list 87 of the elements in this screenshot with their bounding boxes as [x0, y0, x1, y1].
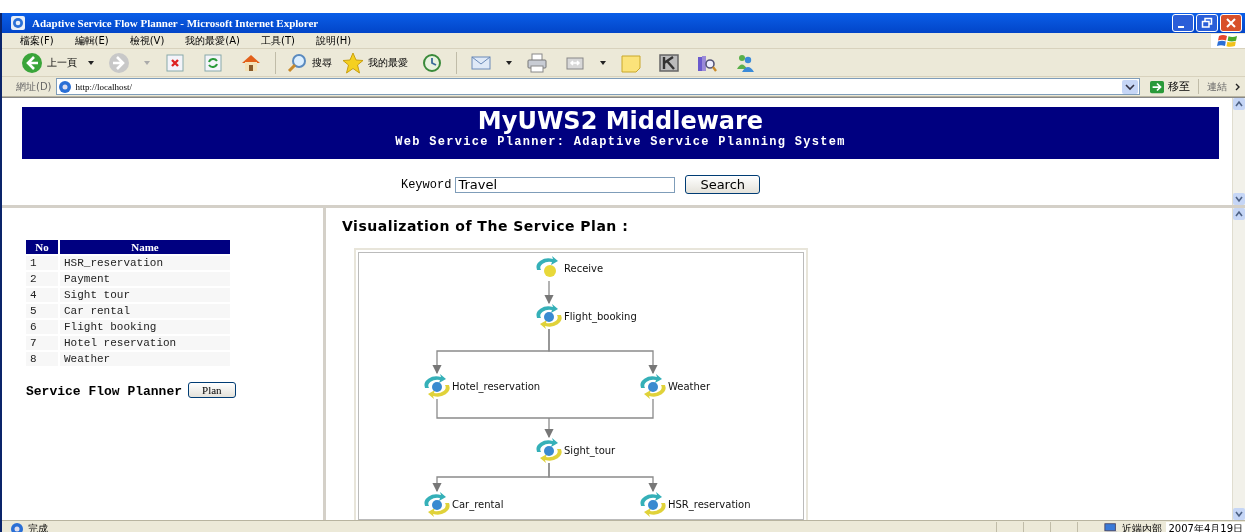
column-header: Name	[60, 240, 230, 254]
printer-icon[interactable]	[526, 51, 548, 74]
scrollbar[interactable]	[1232, 208, 1245, 520]
caret-icon[interactable]	[600, 60, 606, 65]
table-cell: Flight booking	[60, 320, 230, 334]
service-node-icon	[424, 492, 450, 517]
service-node-icon	[640, 374, 666, 399]
table-cell: 7	[26, 336, 58, 350]
menu-item[interactable]: 檢視(V)	[129, 33, 165, 48]
dropdown-icon[interactable]	[1122, 79, 1138, 94]
menu-item[interactable]: 我的最愛(A)	[185, 33, 240, 48]
go-arrow-icon	[1150, 79, 1164, 94]
zone-text: 近端內部	[1122, 521, 1163, 532]
windows-logo-icon	[1211, 33, 1245, 48]
minimize-icon	[1178, 26, 1184, 28]
menu-item[interactable]: 說明(H)	[315, 33, 352, 48]
history-icon[interactable]	[421, 51, 443, 74]
table-cell: 2	[26, 272, 58, 286]
k-box-icon[interactable]	[658, 51, 680, 74]
caret-icon[interactable]	[88, 60, 94, 65]
status-text: 完成	[28, 521, 48, 532]
computer-icon	[1104, 521, 1119, 532]
browser-icon	[10, 15, 26, 31]
keyword-field[interactable]: Travel	[455, 176, 676, 193]
menu-item[interactable]: 工具(T)	[261, 33, 295, 48]
search-submit-button[interactable]: Search	[685, 175, 761, 194]
caret-icon[interactable]	[506, 60, 512, 65]
connector-arrow	[544, 280, 554, 305]
refresh-icon[interactable]	[202, 51, 224, 74]
plan-button[interactable]: Plan	[188, 381, 236, 398]
menu-item[interactable]: 編輯(E)	[74, 33, 109, 48]
banner-subtitle: Web Service Planner: Adaptive Service Planning System	[395, 135, 846, 149]
address-field[interactable]: http://localhost/	[55, 78, 1140, 95]
column-header: No	[26, 240, 58, 254]
close-button[interactable]	[1220, 14, 1242, 32]
service-node-icon	[536, 256, 558, 277]
page-icon	[10, 521, 24, 532]
search-button[interactable]: 搜尋	[283, 51, 335, 74]
table-cell: Weather	[60, 352, 230, 366]
chevron-icon[interactable]	[1235, 82, 1241, 91]
table-cell: Car rental	[60, 304, 230, 318]
stop-icon[interactable]	[164, 51, 186, 74]
table-cell: Sight tour	[60, 288, 230, 302]
page-icon	[57, 79, 72, 94]
back-button[interactable]: 上一頁	[18, 51, 80, 74]
menu-item[interactable]: 檔案(F)	[20, 33, 54, 48]
table-cell: Payment	[60, 272, 230, 286]
table-cell: 8	[26, 352, 58, 366]
planner-label: Service Flow Planner	[26, 384, 183, 399]
service-node-icon	[424, 374, 450, 399]
service-node-icon	[536, 438, 562, 463]
links-button[interactable]: 連結	[1203, 79, 1231, 94]
node-label: Receive	[564, 263, 604, 274]
address-label: 網址(D)	[16, 79, 52, 94]
restore-button[interactable]	[1196, 14, 1218, 32]
search-icon	[286, 51, 308, 74]
table-cell: 4	[26, 288, 58, 302]
close-icon	[1225, 17, 1237, 29]
node-label: Sight_tour	[564, 445, 616, 456]
scroll-down-icon[interactable]	[1233, 193, 1245, 205]
node-label: Flight_booking	[564, 311, 637, 322]
scroll-up-icon[interactable]	[1233, 98, 1245, 110]
star-icon	[342, 51, 364, 74]
node-label: Hotel_reservation	[452, 381, 541, 392]
keyword-label: Keyword	[400, 177, 452, 192]
banner-title: MyUWS2 Middleware	[477, 107, 764, 135]
connector-arrow	[544, 417, 554, 439]
scrollbar[interactable]	[1232, 98, 1245, 205]
service-node-icon	[640, 492, 666, 517]
date-text: 2007年4月19日	[1166, 521, 1245, 532]
table-cell: HSR_reservation	[60, 256, 230, 270]
service-node-icon	[536, 304, 562, 329]
node-label: Car_rental	[452, 499, 504, 510]
table-cell: 5	[26, 304, 58, 318]
table-cell: 1	[26, 256, 58, 270]
table-cell: 6	[26, 320, 58, 334]
scroll-up-icon[interactable]	[1233, 208, 1245, 220]
table-cell: Hotel reservation	[60, 336, 230, 350]
restore-icon	[1201, 17, 1213, 29]
favorites-button[interactable]: 我的最愛	[339, 51, 411, 74]
minimize-button[interactable]	[1172, 14, 1194, 32]
plan-title: Visualization of The Service Plan :	[342, 218, 630, 234]
node-label: Weather	[668, 381, 711, 392]
scroll-down-icon[interactable]	[1233, 508, 1245, 520]
go-button[interactable]: 移至	[1144, 79, 1199, 94]
window-title: Adaptive Service Flow Planner - Microsoft Internet Explorer	[32, 17, 320, 29]
node-label: HSR_reservation	[668, 499, 751, 510]
